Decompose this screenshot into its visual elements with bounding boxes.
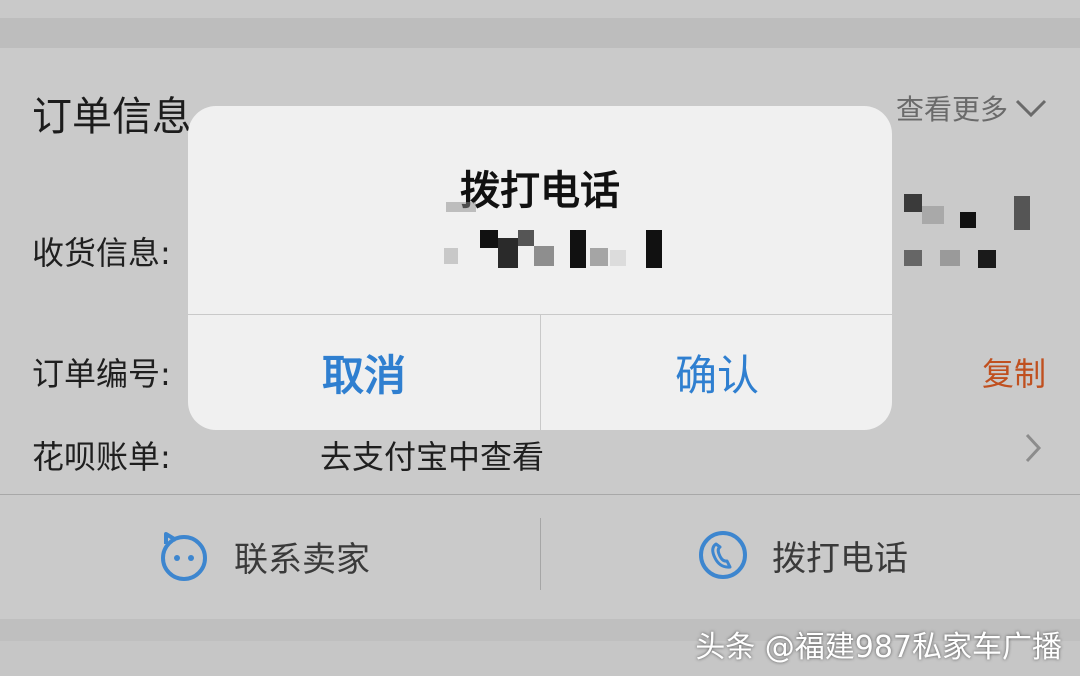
order-info-title: 订单信息	[32, 94, 192, 140]
order-number-label: 订单编号:	[32, 355, 171, 393]
view-more-button[interactable]: 查看更多	[896, 88, 1048, 128]
watermark: 头条 @福建987私家车广播	[695, 630, 1062, 665]
chevron-right-icon[interactable]	[1024, 432, 1042, 464]
call-confirm-dialog: 拨打电话 取消 确认	[188, 106, 892, 430]
contact-seller-button[interactable]: 联系卖家	[158, 530, 370, 582]
huabei-bill-label: 花呗账单:	[32, 438, 171, 476]
call-label: 拨打电话	[772, 538, 908, 579]
cancel-button[interactable]: 取消	[188, 315, 540, 430]
contact-seller-label: 联系卖家	[234, 539, 370, 580]
call-button[interactable]: 拨打电话	[698, 530, 908, 580]
chat-face-icon	[161, 532, 207, 581]
chevron-down-icon	[1015, 99, 1047, 118]
top-separator-band	[0, 0, 1080, 18]
bottom-action-separator	[540, 518, 541, 590]
confirm-button[interactable]: 确认	[541, 315, 892, 430]
copy-button[interactable]: 复制	[982, 349, 1046, 395]
shipping-info-label: 收货信息:	[32, 234, 171, 272]
huabei-bill-value[interactable]: 去支付宝中查看	[320, 432, 544, 478]
view-more-label: 查看更多	[895, 93, 1008, 126]
phone-icon	[699, 531, 747, 579]
dialog-title: 拨打电话	[460, 168, 620, 214]
